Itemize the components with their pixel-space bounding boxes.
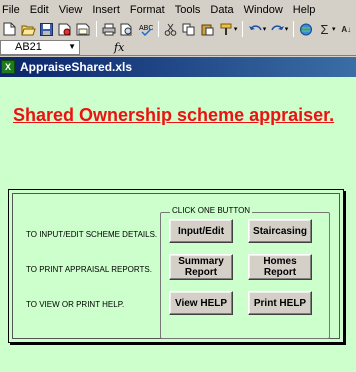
undo-icon[interactable]	[246, 20, 263, 38]
spelling-icon[interactable]: ABC	[137, 20, 154, 38]
input-edit-row-label: TO INPUT/EDIT SCHEME DETAILS.	[26, 230, 158, 239]
workbook-title-bar[interactable]: X AppraiseShared.xls	[0, 57, 356, 77]
open-folder-icon[interactable]	[19, 20, 36, 38]
excel-icon[interactable]: X	[1, 60, 15, 74]
toolbar-separator	[242, 21, 244, 37]
cut-icon[interactable]	[162, 20, 179, 38]
input-edit-button[interactable]: Input/Edit	[169, 219, 233, 243]
save-icon[interactable]	[38, 20, 55, 38]
fx-icon[interactable]: fx	[114, 41, 124, 54]
staircasing-button[interactable]: Staircasing	[248, 219, 312, 243]
menu-help[interactable]: Help	[289, 4, 316, 16]
standard-toolbar: ABC ▾ ▾ ▾ Σ ▾ A↓	[0, 19, 356, 39]
menu-data[interactable]: Data	[206, 4, 233, 16]
print-reports-row-label: TO PRINT APPRAISAL REPORTS.	[26, 265, 152, 274]
print-preview-icon[interactable]	[118, 20, 135, 38]
print-icon[interactable]	[100, 20, 117, 38]
view-help-button[interactable]: View HELP	[169, 291, 233, 315]
new-document-icon[interactable]	[1, 20, 18, 38]
menu-window[interactable]: Window	[240, 4, 283, 16]
menu-bar: File Edit View Insert Format Tools Data …	[0, 0, 356, 19]
format-painter-icon[interactable]	[217, 20, 234, 38]
permission-icon[interactable]	[56, 20, 73, 38]
workbook-title: AppraiseShared.xls	[20, 60, 133, 74]
menu-tools[interactable]: Tools	[171, 4, 201, 16]
print-help-button[interactable]: Print HELP	[248, 291, 312, 315]
menu-panel: CLICK ONE BUTTON TO INPUT/EDIT SCHEME DE…	[8, 189, 344, 343]
menu-insert[interactable]: Insert	[88, 4, 120, 16]
paste-icon[interactable]	[199, 20, 216, 38]
toolbar-separator	[158, 21, 160, 37]
redo-dropdown-icon[interactable]: ▾	[285, 25, 289, 33]
toolbar-separator	[293, 21, 295, 37]
format-painter-dropdown-icon[interactable]: ▾	[234, 25, 238, 33]
undo-dropdown-icon[interactable]: ▾	[263, 25, 267, 33]
summary-report-button[interactable]: Summary Report	[169, 254, 233, 280]
name-box-dropdown-icon[interactable]: ▼	[68, 42, 76, 51]
help-row-label: TO VIEW OR PRINT HELP.	[26, 300, 125, 309]
hyperlink-icon[interactable]	[297, 20, 314, 38]
sheet-heading: Shared Ownership scheme appraiser.	[13, 105, 335, 125]
sort-icon[interactable]: A↓	[338, 20, 355, 38]
formula-bar: AB21 ▼ fx	[0, 39, 356, 56]
redo-icon[interactable]	[268, 20, 285, 38]
homes-report-button[interactable]: Homes Report	[248, 254, 312, 280]
menu-format[interactable]: Format	[126, 4, 165, 16]
email-icon[interactable]	[75, 20, 92, 38]
svg-text:ABC: ABC	[139, 25, 153, 32]
worksheet-area[interactable]: Shared Ownership scheme appraiser. CLICK…	[0, 77, 356, 372]
autosum-dropdown-icon[interactable]: ▾	[332, 25, 336, 33]
cell-reference: AB21	[15, 41, 42, 53]
menu-edit[interactable]: Edit	[26, 4, 49, 16]
autosum-icon[interactable]: Σ	[316, 20, 333, 38]
toolbar-separator	[96, 21, 98, 37]
name-box[interactable]: AB21 ▼	[0, 39, 80, 55]
menu-view[interactable]: View	[55, 4, 83, 16]
menu-file[interactable]: File	[0, 4, 20, 16]
group-label: CLICK ONE BUTTON	[170, 206, 253, 215]
copy-icon[interactable]	[181, 20, 198, 38]
